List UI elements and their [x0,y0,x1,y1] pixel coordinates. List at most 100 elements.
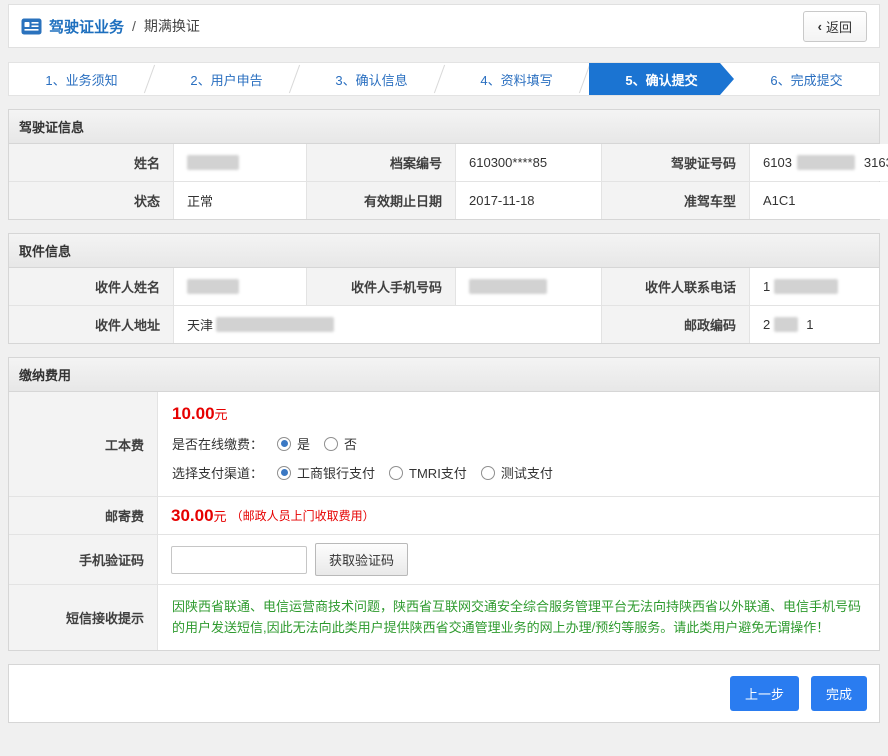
channel-option-test-label: 测试支付 [501,463,553,482]
step-label: 3、确认信息 [335,70,407,89]
redacted-value [797,155,855,170]
sms-code-input[interactable] [171,546,307,574]
status-value: 正常 [174,182,306,219]
back-button[interactable]: ‹ 返回 [803,11,867,42]
recipient-phone-label: 收件人手机号码 [307,268,455,305]
back-button-label: 返回 [826,17,852,36]
fee-unit: 元 [215,407,228,422]
expiry-label: 有效期止日期 [307,182,455,219]
fee-amount: 10.00 [172,404,215,423]
step-label: 6、完成提交 [770,70,842,89]
postcode-suffix: 1 [806,317,813,332]
channel-option-icbc[interactable]: 工商银行支付 [277,463,375,482]
online-pay-row: 是否在线缴费： 是 否 [172,434,865,453]
previous-step-button[interactable]: 上一步 [730,676,799,711]
redacted-value [187,155,239,170]
breadcrumb: 驾驶证业务 / 期满换证 [21,16,200,37]
license-no-label: 驾驶证号码 [602,144,749,181]
status-label: 状态 [9,182,173,219]
footer-actions: 上一步 完成 [8,664,880,723]
finish-button[interactable]: 完成 [811,676,867,711]
step-6-complete-submit: 6、完成提交 [734,63,879,95]
recipient-tel-prefix: 1 [763,279,770,294]
payment-section: 缴纳费用 工本费 10.00元 是否在线缴费： 是 否 [8,357,880,651]
online-pay-option-no[interactable]: 否 [324,434,357,453]
postage-label: 邮寄费 [9,497,157,534]
topbar: 驾驶证业务 / 期满换证 ‹ 返回 [8,4,880,48]
name-value [174,144,306,181]
payment-section-title: 缴纳费用 [9,358,879,392]
page: 驾驶证业务 / 期满换证 ‹ 返回 1、业务须知 2、用户申告 3、确认信息 4… [0,0,888,731]
expiry-value: 2017-11-18 [456,182,601,219]
license-business-icon [21,18,42,35]
address-label: 收件人地址 [9,306,173,343]
recipient-name-label: 收件人姓名 [9,268,173,305]
vehicle-class-value: A1C1 [750,182,888,219]
online-pay-option-yes[interactable]: 是 [277,434,310,453]
breadcrumb-separator: / [132,18,136,34]
step-5-confirm-submit: 5、确认提交 [589,63,734,95]
radio-checked-icon [277,466,291,480]
sms-tip-text: 因陕西省联通、电信运营商技术问题，陕西省互联网交通安全综合服务管理平台无法向持陕… [172,596,865,639]
back-chevron-icon: ‹ [818,19,822,34]
channel-option-icbc-label: 工商银行支付 [297,463,375,482]
online-pay-caption: 是否在线缴费： [172,434,263,453]
radio-unchecked-icon [481,466,495,480]
steps-nav: 1、业务须知 2、用户申告 3、确认信息 4、资料填写 5、确认提交 6、完成提… [8,62,880,96]
pay-channel-caption: 选择支付渠道： [172,463,263,482]
postcode-value: 21 [750,306,879,343]
channel-option-tmri-label: TMRI支付 [409,463,467,482]
sms-tip-label: 短信接收提示 [9,585,157,650]
redacted-value [187,279,239,294]
name-label: 姓名 [9,144,173,181]
postcode-prefix: 2 [763,317,770,332]
step-2-user-declaration: 2、用户申告 [154,63,299,95]
sms-code-label: 手机验证码 [9,535,157,584]
vehicle-class-label: 准驾车型 [602,182,749,219]
pickup-info-section: 取件信息 收件人姓名 收件人手机号码 收件人联系电话 1 收件人地址 天津 邮政… [8,233,880,344]
license-no-suffix: 3163X [864,155,888,170]
recipient-tel-label: 收件人联系电话 [602,268,749,305]
sms-tip-cell: 因陕西省联通、电信运营商技术问题，陕西省互联网交通安全综合服务管理平台无法向持陕… [158,585,879,650]
redacted-value [774,279,838,294]
channel-option-test[interactable]: 测试支付 [481,463,553,482]
online-pay-option-yes-label: 是 [297,434,310,453]
fee-price: 10.00元 [172,404,865,424]
online-pay-option-no-label: 否 [344,434,357,453]
postage-note: （邮政人员上门收取费用） [231,507,375,524]
step-label: 4、资料填写 [480,70,552,89]
redacted-value [216,317,334,332]
step-label: 1、业务须知 [45,70,117,89]
file-no-value: 610300****85 [456,144,601,181]
postage-unit: 元 [214,509,227,524]
address-prefix: 天津 [187,315,213,334]
radio-checked-icon [277,437,291,451]
fee-label: 工本费 [9,392,157,496]
license-info-section: 驾驶证信息 姓名 档案编号 610300****85 驾驶证号码 6103316… [8,109,880,220]
step-3-confirm-info: 3、确认信息 [299,63,444,95]
pickup-info-table: 收件人姓名 收件人手机号码 收件人联系电话 1 收件人地址 天津 邮政编码 21 [9,268,879,343]
step-4-fill-materials: 4、资料填写 [444,63,589,95]
license-no-value: 61033163X [750,144,888,181]
license-info-table: 姓名 档案编号 610300****85 驾驶证号码 61033163X 状态 … [9,144,879,219]
radio-unchecked-icon [324,437,338,451]
redacted-value [774,317,798,332]
radio-unchecked-icon [389,466,403,480]
sms-code-cell: 获取验证码 [158,535,879,584]
payment-table: 工本费 10.00元 是否在线缴费： 是 否 选 [9,392,879,650]
postage-value-cell: 30.00元 （邮政人员上门收取费用） [158,497,879,534]
postcode-label: 邮政编码 [602,306,749,343]
pay-channel-row: 选择支付渠道： 工商银行支付 TMRI支付 测试支付 [172,463,865,482]
step-label: 5、确认提交 [625,70,697,89]
address-value: 天津 [174,306,601,343]
pickup-info-section-title: 取件信息 [9,234,879,268]
postage-amount: 30.00 [171,506,214,525]
step-1-business-notice: 1、业务须知 [9,63,154,95]
postage-price: 30.00元 [171,506,227,526]
step-label: 2、用户申告 [190,70,262,89]
recipient-name-value [174,268,306,305]
recipient-tel-value: 1 [750,268,879,305]
file-no-label: 档案编号 [307,144,455,181]
get-code-button[interactable]: 获取验证码 [315,543,408,576]
channel-option-tmri[interactable]: TMRI支付 [389,463,467,482]
